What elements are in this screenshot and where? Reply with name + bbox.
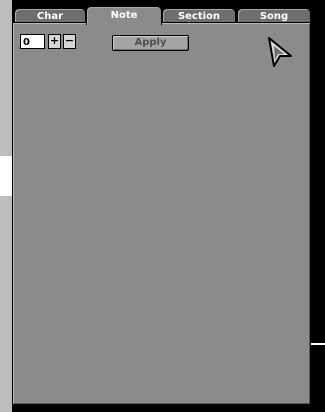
tab-label: Char (36, 11, 64, 22)
tab-label: Note (110, 10, 138, 21)
increment-button[interactable]: + (48, 34, 61, 49)
tab-label: Section (177, 11, 221, 22)
background-line (310, 343, 325, 345)
value-field[interactable]: 0 (20, 34, 45, 49)
apply-button[interactable]: Apply (112, 35, 189, 51)
arrow-cursor-icon (266, 36, 294, 72)
background-highlight (0, 156, 12, 196)
tab-note[interactable]: Note (86, 6, 162, 25)
note-panel (12, 22, 311, 405)
decrement-button[interactable]: − (63, 34, 76, 49)
background-app-strip (0, 0, 12, 412)
tab-label: Song (259, 11, 289, 22)
